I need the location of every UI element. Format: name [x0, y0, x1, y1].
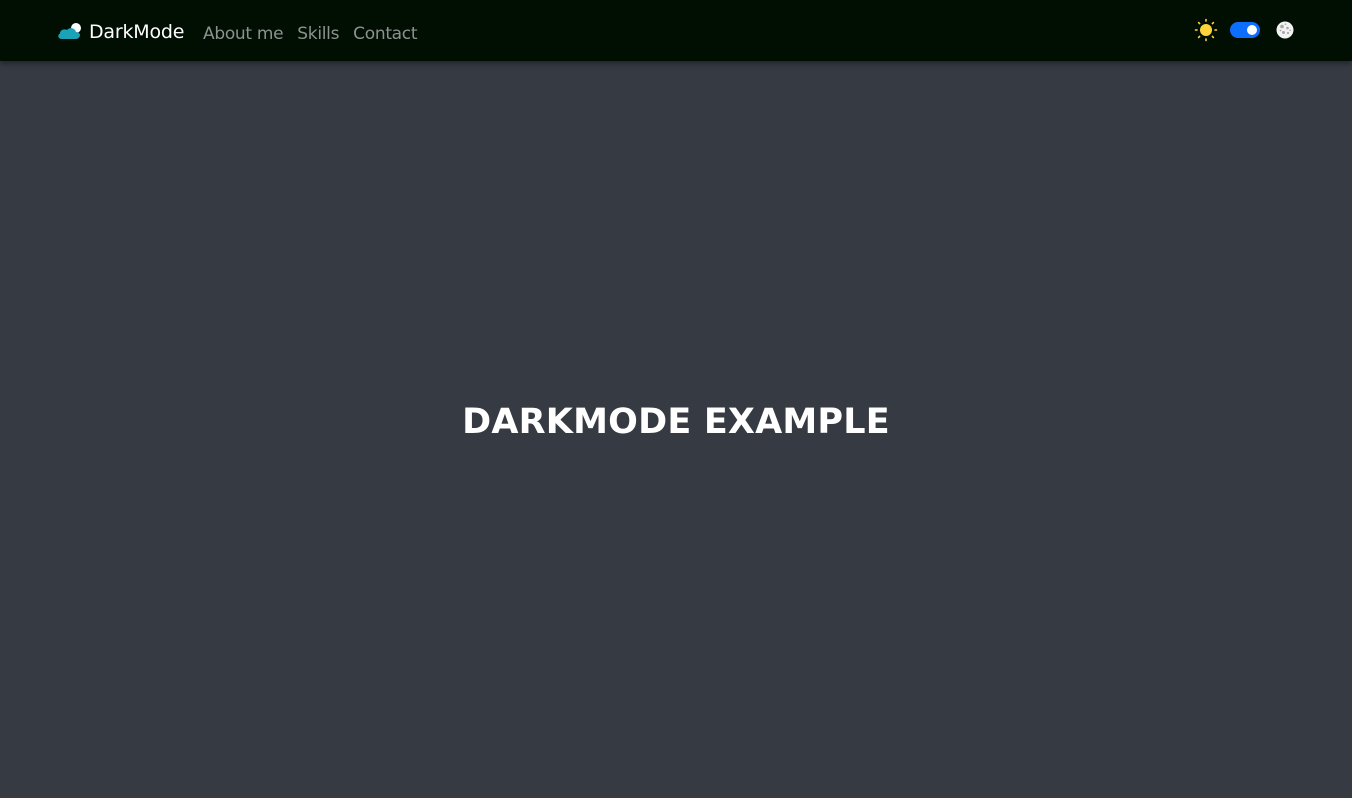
- nav-link-skills[interactable]: Skills: [297, 24, 339, 44]
- main-content: DARKMODE EXAMPLE: [0, 61, 1352, 798]
- dark-mode-toggle[interactable]: [1230, 22, 1260, 38]
- moon-icon: [1276, 21, 1294, 39]
- navbar: DarkMode About me Skills Contact: [0, 0, 1352, 61]
- sun-icon: [1194, 18, 1218, 42]
- nav-link-about-me[interactable]: About me: [203, 24, 284, 44]
- toggle-knob: [1247, 25, 1257, 35]
- brand-name: DarkMode: [89, 21, 185, 43]
- nav-links: About me Skills Contact: [203, 24, 431, 44]
- theme-switcher: [1194, 18, 1295, 42]
- brand-link[interactable]: DarkMode: [56, 19, 184, 45]
- nav-link-contact[interactable]: Contact: [353, 24, 417, 44]
- page-title: DARKMODE EXAMPLE: [462, 402, 890, 442]
- cloud-sun-icon: [58, 23, 81, 39]
